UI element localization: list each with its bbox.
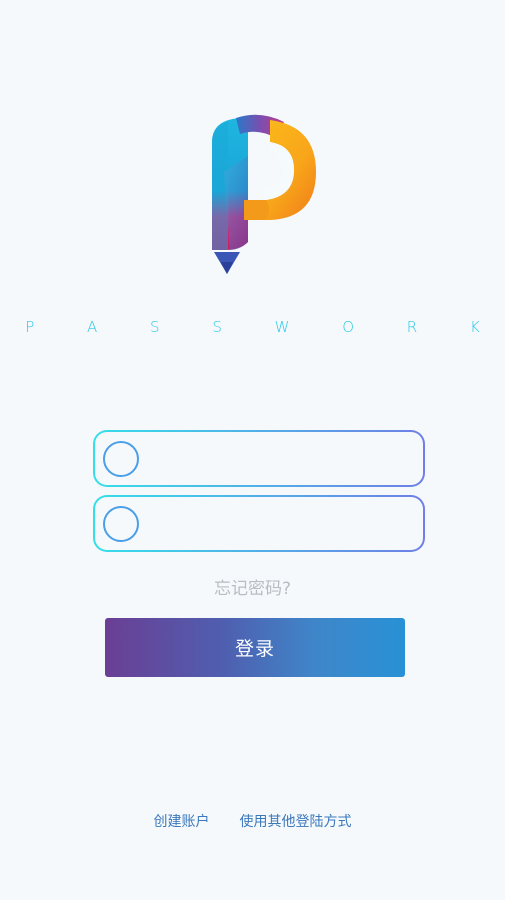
passwork-p-logo-icon bbox=[212, 114, 316, 274]
password-field[interactable] bbox=[93, 495, 425, 552]
username-field-inner bbox=[95, 432, 423, 485]
create-account-link[interactable]: 创建账户 bbox=[154, 811, 210, 831]
username-field[interactable] bbox=[93, 430, 425, 487]
password-input[interactable] bbox=[139, 514, 423, 533]
brand-wordmark: P A S S W O R K bbox=[25, 318, 504, 336]
login-button[interactable]: 登录 bbox=[105, 618, 405, 677]
footer-links: 创建账户 使用其他登陆方式 bbox=[0, 811, 505, 831]
password-field-inner bbox=[95, 497, 423, 550]
circle-icon bbox=[103, 440, 139, 477]
forgot-password-link[interactable]: 忘记密码? bbox=[0, 574, 505, 599]
username-input[interactable] bbox=[139, 449, 423, 468]
circle-icon bbox=[103, 505, 139, 542]
other-login-methods-link[interactable]: 使用其他登陆方式 bbox=[240, 811, 352, 831]
